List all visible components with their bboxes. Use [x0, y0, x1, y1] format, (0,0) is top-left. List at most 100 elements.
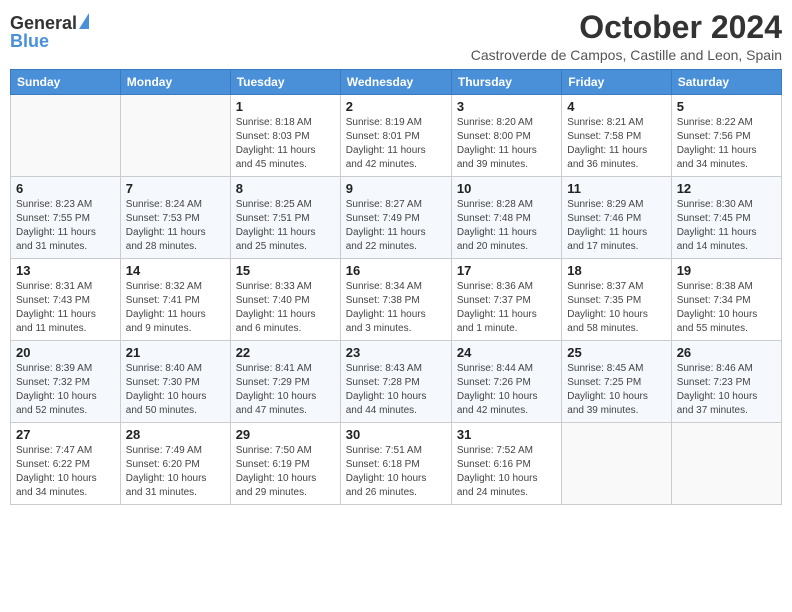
day-info: Sunrise: 7:49 AMSunset: 6:20 PMDaylight:… — [126, 444, 225, 500]
day-number: 21 — [126, 345, 225, 360]
day-info: Sunrise: 8:21 AMSunset: 7:58 PMDaylight:… — [567, 116, 665, 172]
sunrise-text: Sunrise: 8:23 AM — [16, 198, 115, 212]
calendar-cell: 18Sunrise: 8:37 AMSunset: 7:35 PMDayligh… — [562, 259, 671, 341]
daylight-text-1: Daylight: 10 hours — [16, 390, 115, 404]
sunset-text: Sunset: 8:03 PM — [236, 130, 335, 144]
day-info: Sunrise: 8:44 AMSunset: 7:26 PMDaylight:… — [457, 362, 556, 418]
daylight-text-1: Daylight: 10 hours — [567, 390, 665, 404]
calendar-cell: 26 Sunrise: 8:46 AMSunset: 7:23 PMDayligh… — [671, 341, 781, 423]
day-info: Sunrise: 8:40 AMSunset: 7:30 PMDaylight:… — [126, 362, 225, 418]
title-area: October 2024 Castroverde de Campos, Cast… — [471, 10, 782, 63]
day-number: 27 — [16, 427, 115, 442]
sunrise-text: Sunrise: 8:29 AM — [567, 198, 665, 212]
sunrise-text: Sunrise: 7:52 AM — [457, 444, 556, 458]
calendar-cell: 5Sunrise: 8:22 AMSunset: 7:56 PMDaylight… — [671, 95, 781, 177]
day-info: Sunrise: 8:23 AMSunset: 7:55 PMDaylight:… — [16, 198, 115, 254]
day-info: Sunrise: 8:38 AMSunset: 7:34 PMDaylight:… — [677, 280, 776, 336]
sunset-text: Sunset: 7:35 PM — [567, 294, 665, 308]
calendar-cell: 24 Sunrise: 8:44 AMSunset: 7:26 PMDayligh… — [451, 341, 561, 423]
calendar-cell: 19Sunrise: 8:38 AMSunset: 7:34 PMDayligh… — [671, 259, 781, 341]
calendar-cell: 9Sunrise: 8:27 AMSunset: 7:49 PMDaylight… — [340, 177, 451, 259]
daylight-text-1: Daylight: 10 hours — [346, 390, 446, 404]
day-number: 31 — [457, 427, 556, 442]
daylight-text-1: Daylight: 10 hours — [457, 472, 556, 486]
daylight-text-1: Daylight: 11 hours — [346, 226, 446, 240]
sunrise-text: Sunrise: 8:28 AM — [457, 198, 556, 212]
calendar-cell: 7Sunrise: 8:24 AMSunset: 7:53 PMDaylight… — [120, 177, 230, 259]
month-title: October 2024 — [471, 10, 782, 45]
sunrise-text: Sunrise: 8:19 AM — [346, 116, 446, 130]
daylight-text-2: and 42 minutes. — [346, 158, 446, 172]
daylight-text-2: and 17 minutes. — [567, 240, 665, 254]
daylight-text-2: and 3 minutes. — [346, 322, 446, 336]
day-number: 20 — [16, 345, 115, 360]
sunrise-text: Sunrise: 8:27 AM — [346, 198, 446, 212]
daylight-text-1: Daylight: 10 hours — [677, 390, 776, 404]
calendar-cell: 22Sunrise: 8:41 AMSunset: 7:29 PMDayligh… — [230, 341, 340, 423]
sunrise-text: Sunrise: 8:40 AM — [126, 362, 225, 376]
daylight-text-2: and 34 minutes. — [16, 486, 115, 500]
day-number: 9 — [346, 181, 446, 196]
day-info: Sunrise: 8:25 AMSunset: 7:51 PMDaylight:… — [236, 198, 335, 254]
day-info: Sunrise: 8:29 AMSunset: 7:46 PMDaylight:… — [567, 198, 665, 254]
calendar-cell: 6Sunrise: 8:23 AMSunset: 7:55 PMDaylight… — [11, 177, 121, 259]
day-number: 26 — [677, 345, 776, 360]
day-info: Sunrise: 8:18 AMSunset: 8:03 PMDaylight:… — [236, 116, 335, 172]
daylight-text-2: and 52 minutes. — [16, 404, 115, 418]
daylight-text-2: and 29 minutes. — [236, 486, 335, 500]
day-info: Sunrise: 8:45 AMSunset: 7:25 PMDaylight:… — [567, 362, 665, 418]
day-number: 24 — [457, 345, 556, 360]
sunset-text: Sunset: 7:38 PM — [346, 294, 446, 308]
calendar-cell: 1Sunrise: 8:18 AMSunset: 8:03 PMDaylight… — [230, 95, 340, 177]
day-number: 8 — [236, 181, 335, 196]
daylight-text-1: Daylight: 11 hours — [236, 308, 335, 322]
sunset-text: Sunset: 7:34 PM — [677, 294, 776, 308]
daylight-text-1: Daylight: 11 hours — [16, 308, 115, 322]
day-number: 10 — [457, 181, 556, 196]
calendar-cell: 31Sunrise: 7:52 AMSunset: 6:16 PMDayligh… — [451, 423, 561, 505]
daylight-text-2: and 31 minutes. — [126, 486, 225, 500]
sunset-text: Sunset: 6:19 PM — [236, 458, 335, 472]
sunrise-text: Sunrise: 8:44 AM — [457, 362, 556, 376]
daylight-text-2: and 1 minute. — [457, 322, 556, 336]
sunrise-text: Sunrise: 8:24 AM — [126, 198, 225, 212]
sunset-text: Sunset: 6:22 PM — [16, 458, 115, 472]
sunrise-text: Sunrise: 8:18 AM — [236, 116, 335, 130]
sunset-text: Sunset: 7:37 PM — [457, 294, 556, 308]
day-info: Sunrise: 8:46 AMSunset: 7:23 PMDaylight:… — [677, 362, 776, 418]
sunset-text: Sunset: 7:26 PM — [457, 376, 556, 390]
weekday-header-sunday: Sunday — [11, 70, 121, 95]
weekday-header-tuesday: Tuesday — [230, 70, 340, 95]
day-info: Sunrise: 8:31 AMSunset: 7:43 PMDaylight:… — [16, 280, 115, 336]
day-number: 3 — [457, 99, 556, 114]
week-row-2: 6Sunrise: 8:23 AMSunset: 7:55 PMDaylight… — [11, 177, 782, 259]
daylight-text-2: and 34 minutes. — [677, 158, 776, 172]
day-info: Sunrise: 8:20 AMSunset: 8:00 PMDaylight:… — [457, 116, 556, 172]
calendar-cell: 28Sunrise: 7:49 AMSunset: 6:20 PMDayligh… — [120, 423, 230, 505]
daylight-text-1: Daylight: 10 hours — [567, 308, 665, 322]
daylight-text-2: and 39 minutes. — [457, 158, 556, 172]
week-row-4: 20 Sunrise: 8:39 AMSunset: 7:32 PMDayligh… — [11, 341, 782, 423]
sunrise-text: Sunrise: 8:37 AM — [567, 280, 665, 294]
daylight-text-2: and 42 minutes. — [457, 404, 556, 418]
header: General Blue October 2024 Castroverde de… — [10, 10, 782, 63]
day-info: Sunrise: 8:39 AMSunset: 7:32 PMDaylight:… — [16, 362, 115, 418]
sunrise-text: Sunrise: 7:51 AM — [346, 444, 446, 458]
sunset-text: Sunset: 7:25 PM — [567, 376, 665, 390]
sunset-text: Sunset: 7:23 PM — [677, 376, 776, 390]
day-number: 11 — [567, 181, 665, 196]
sunrise-text: Sunrise: 8:38 AM — [677, 280, 776, 294]
daylight-text-1: Daylight: 11 hours — [126, 226, 225, 240]
sunrise-text: Sunrise: 8:25 AM — [236, 198, 335, 212]
sunrise-text: Sunrise: 8:39 AM — [16, 362, 115, 376]
sunset-text: Sunset: 7:51 PM — [236, 212, 335, 226]
daylight-text-2: and 31 minutes. — [16, 240, 115, 254]
sunrise-text: Sunrise: 8:43 AM — [346, 362, 446, 376]
daylight-text-2: and 20 minutes. — [457, 240, 556, 254]
daylight-text-2: and 11 minutes. — [16, 322, 115, 336]
weekday-header-wednesday: Wednesday — [340, 70, 451, 95]
calendar-cell: 2Sunrise: 8:19 AMSunset: 8:01 PMDaylight… — [340, 95, 451, 177]
day-info: Sunrise: 8:24 AMSunset: 7:53 PMDaylight:… — [126, 198, 225, 254]
calendar-cell: 4Sunrise: 8:21 AMSunset: 7:58 PMDaylight… — [562, 95, 671, 177]
daylight-text-1: Daylight: 11 hours — [346, 144, 446, 158]
